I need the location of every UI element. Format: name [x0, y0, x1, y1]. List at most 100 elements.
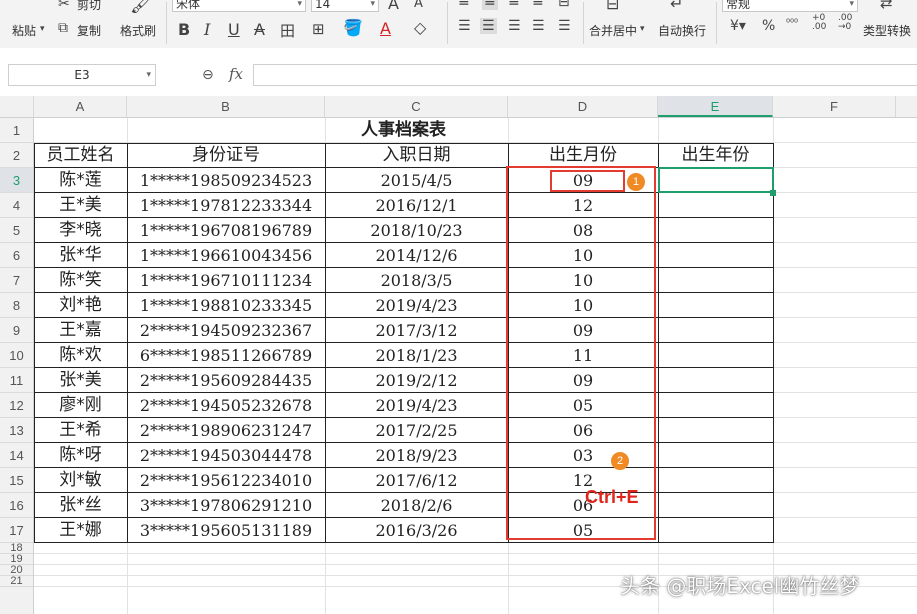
align-top-icon[interactable]: ≡: [458, 0, 470, 10]
format-painter-button[interactable]: 格式刷: [120, 22, 156, 39]
wrap-lines-icon[interactable]: ≡: [532, 0, 544, 10]
employee-name-cell[interactable]: 陈*呀: [34, 443, 127, 468]
number-format-select[interactable]: 常规 ▾: [722, 0, 858, 12]
birth-month-cell[interactable]: 10: [508, 268, 658, 293]
employee-name-cell[interactable]: 陈*莲: [34, 168, 127, 193]
id-number-cell[interactable]: 1*****196610043456: [127, 243, 325, 268]
increase-decimal-icon[interactable]: +0.00: [812, 14, 826, 32]
employee-name-cell[interactable]: 张*华: [34, 243, 127, 268]
cut-button[interactable]: 剪切: [77, 0, 101, 13]
percent-icon[interactable]: %: [762, 18, 775, 34]
hire-date-cell[interactable]: 2017/3/12: [325, 318, 508, 343]
employee-name-cell[interactable]: 陈*欢: [34, 343, 127, 368]
row-header-2[interactable]: 2: [0, 143, 33, 168]
birth-year-cell[interactable]: [658, 268, 773, 293]
column-header-e[interactable]: E: [658, 96, 773, 117]
row-header-21[interactable]: 21: [0, 576, 33, 587]
type-convert-button[interactable]: 类型转换: [863, 22, 911, 39]
id-number-cell[interactable]: 3*****197806291210: [127, 493, 325, 518]
font-color-icon[interactable]: A: [380, 19, 391, 38]
copy-button[interactable]: 复制: [77, 22, 101, 39]
zoom-search-icon[interactable]: ⊖: [202, 67, 214, 83]
worksheet-grid[interactable]: 人事档案表 员工姓名 身份证号 入职日期 出生月份 出生年份 陈*莲 1*****198509…: [34, 118, 917, 614]
employee-name-cell[interactable]: 王*美: [34, 193, 127, 218]
scissors-icon[interactable]: ✂: [58, 0, 70, 12]
birth-year-cell[interactable]: [658, 368, 773, 393]
id-number-cell[interactable]: 1*****198810233345: [127, 293, 325, 318]
hire-date-cell[interactable]: 2016/12/1: [325, 193, 508, 218]
birth-month-cell[interactable]: 10: [508, 243, 658, 268]
employee-name-cell[interactable]: 张*丝: [34, 493, 127, 518]
chevron-down-icon[interactable]: ▾: [640, 24, 645, 34]
birth-month-cell[interactable]: 05: [508, 393, 658, 418]
birth-month-cell[interactable]: 03: [508, 443, 658, 468]
birth-month-cell[interactable]: 12: [508, 193, 658, 218]
row-header-10[interactable]: 10: [0, 343, 33, 368]
employee-name-cell[interactable]: 刘*艳: [34, 293, 127, 318]
column-header-c[interactable]: C: [325, 96, 508, 117]
hire-date-cell[interactable]: 2018/2/6: [325, 493, 508, 518]
hire-date-cell[interactable]: 2014/12/6: [325, 243, 508, 268]
column-header-d[interactable]: D: [508, 96, 658, 117]
paste-button[interactable]: 粘贴: [12, 22, 36, 39]
format-painter-icon[interactable]: 🖌: [130, 0, 153, 15]
fill-color-icon[interactable]: 🪣: [343, 18, 363, 37]
hire-date-cell[interactable]: 2016/3/26: [325, 518, 508, 543]
decrease-font-icon[interactable]: A: [414, 0, 423, 11]
birth-year-cell[interactable]: [658, 418, 773, 443]
row-header-8[interactable]: 8: [0, 293, 33, 318]
chevron-down-icon[interactable]: ▾: [40, 24, 45, 34]
hire-date-cell[interactable]: 2017/2/25: [325, 418, 508, 443]
increase-font-icon[interactable]: A: [388, 0, 399, 13]
id-number-cell[interactable]: 2*****194503044478: [127, 443, 325, 468]
eraser-icon[interactable]: ◇: [414, 18, 426, 37]
font-name-select[interactable]: 宋体 ▾: [172, 0, 306, 12]
row-header-3[interactable]: 3: [0, 168, 33, 193]
column-header-f[interactable]: F: [773, 96, 896, 117]
row-header-1[interactable]: 1: [0, 118, 33, 143]
row-header-17[interactable]: 17: [0, 518, 33, 543]
birth-month-cell[interactable]: 08: [508, 218, 658, 243]
font-size-select[interactable]: 14 ▾: [311, 0, 379, 12]
birth-year-cell[interactable]: [658, 293, 773, 318]
birth-month-cell[interactable]: 09: [508, 368, 658, 393]
merge-cells-icon[interactable]: ⊟: [558, 0, 570, 10]
align-left-icon[interactable]: ☰: [458, 18, 471, 34]
copy-icon[interactable]: ⧉: [58, 20, 68, 36]
row-header-16[interactable]: 16: [0, 493, 33, 518]
id-number-cell[interactable]: 1*****198509234523: [127, 168, 325, 193]
id-number-cell[interactable]: 2*****195612234010: [127, 468, 325, 493]
employee-name-cell[interactable]: 王*嘉: [34, 318, 127, 343]
align-bottom-icon[interactable]: ≡: [508, 0, 520, 10]
birth-year-cell[interactable]: [658, 443, 773, 468]
hire-date-cell[interactable]: 2018/10/23: [325, 218, 508, 243]
cell-style-icon[interactable]: ⊞: [312, 20, 325, 38]
thousands-icon[interactable]: ⁰⁰⁰: [786, 18, 798, 29]
birth-month-cell[interactable]: 11: [508, 343, 658, 368]
name-box[interactable]: E3 ▾: [8, 64, 156, 86]
italic-icon[interactable]: I: [204, 20, 210, 39]
id-number-cell[interactable]: 2*****194505232678: [127, 393, 325, 418]
currency-icon[interactable]: ¥▾: [730, 18, 746, 34]
birth-year-cell[interactable]: [658, 343, 773, 368]
birth-year-cell[interactable]: [658, 318, 773, 343]
column-title-e[interactable]: 出生年份: [658, 143, 773, 168]
hire-date-cell[interactable]: 2019/4/23: [325, 293, 508, 318]
id-number-cell[interactable]: 1*****197812233344: [127, 193, 325, 218]
id-number-cell[interactable]: 3*****195605131189: [127, 518, 325, 543]
row-header-7[interactable]: 7: [0, 268, 33, 293]
birth-month-cell[interactable]: 06: [508, 418, 658, 443]
column-title-b[interactable]: 身份证号: [127, 143, 325, 168]
id-number-cell[interactable]: 6*****198511266789: [127, 343, 325, 368]
select-all-corner[interactable]: [0, 96, 34, 117]
bold-icon[interactable]: B: [178, 20, 190, 39]
row-header-9[interactable]: 9: [0, 318, 33, 343]
employee-name-cell[interactable]: 王*娜: [34, 518, 127, 543]
employee-name-cell[interactable]: 王*希: [34, 418, 127, 443]
hire-date-cell[interactable]: 2019/2/12: [325, 368, 508, 393]
id-number-cell[interactable]: 1*****196710111234: [127, 268, 325, 293]
decrease-decimal-icon[interactable]: .00 →0: [838, 14, 852, 32]
column-header-b[interactable]: B: [127, 96, 325, 117]
birth-year-cell[interactable]: [658, 243, 773, 268]
row-header-14[interactable]: 14: [0, 443, 33, 468]
